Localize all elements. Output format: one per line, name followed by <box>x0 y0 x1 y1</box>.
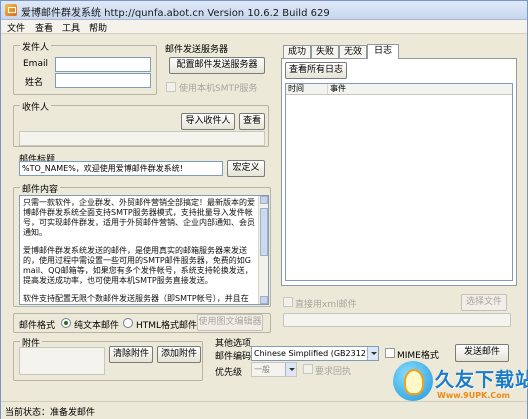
menu-tools[interactable]: 工具 <box>60 21 82 34</box>
html-format-label: HTML格式邮件 <box>136 321 198 331</box>
sender-email-input[interactable] <box>55 57 151 72</box>
scroll-up-icon[interactable] <box>260 196 268 204</box>
sender-name-input[interactable] <box>55 73 151 88</box>
content-scrollbar[interactable] <box>258 196 268 304</box>
name-label: 姓名 <box>25 78 44 88</box>
server-group-label: 邮件发送服务器 <box>165 45 229 55</box>
use-local-smtp-label: 使用本机SMTP服务 <box>179 84 258 94</box>
clear-attachment-button[interactable]: 清除附件 <box>109 346 153 363</box>
log-list[interactable]: 时间 事件 <box>285 83 513 281</box>
chevron-down-icon[interactable] <box>367 347 378 360</box>
html-format-radio[interactable] <box>123 318 133 328</box>
macro-button[interactable]: 宏定义 <box>227 160 265 177</box>
recipients-field[interactable] <box>19 131 265 146</box>
xml-file-field[interactable] <box>283 313 511 327</box>
add-attachment-button[interactable]: 添加附件 <box>157 346 201 363</box>
content-text: 只需一款软件，企业群发、外贸邮件营销全部搞定！最新版本的爱博邮件群发系统全面支持… <box>23 198 256 304</box>
watermark-mascot-icon <box>393 361 433 401</box>
content-paragraph: 软件支持配置无限个数邮件发送服务器（即SMTP帐号），并且在 <box>23 294 249 303</box>
view-recipients-button[interactable]: 查看 <box>239 113 265 130</box>
app-window: 爱博邮件群发系统 http://qunfa.abot.cn Version 10… <box>0 0 528 419</box>
tab-failed[interactable]: 失败 <box>311 45 339 59</box>
plain-text-label: 纯文本邮件 <box>74 321 120 331</box>
column-header-event[interactable]: 事件 <box>328 84 512 95</box>
encoding-value: Chinese Simplified (GB2312) <box>254 349 369 358</box>
watermark-name: 久友下载站 <box>435 369 528 391</box>
chevron-down-icon[interactable] <box>285 363 296 376</box>
menu-view[interactable]: 查看 <box>33 21 55 34</box>
format-label: 邮件格式 <box>19 321 56 331</box>
watermark-url: Www.9UPK.Com <box>437 391 510 400</box>
view-all-logs-button[interactable]: 查看所有日志 <box>285 62 347 79</box>
use-xml-checkbox[interactable] <box>283 297 293 307</box>
content-paragraph: 爱博邮件群发系统发送的邮件，是使用真实的邮箱服务器来发送的，使用过程中需设置一些… <box>23 246 253 285</box>
scroll-down-icon[interactable] <box>260 296 268 304</box>
tab-success[interactable]: 成功 <box>283 45 311 59</box>
column-header-time[interactable]: 时间 <box>286 84 328 95</box>
receipt-checkbox[interactable] <box>303 364 313 374</box>
scroll-thumb[interactable] <box>260 208 268 256</box>
content-group-label: 邮件内容 <box>20 182 61 195</box>
plain-text-radio[interactable] <box>61 318 71 328</box>
window-title: 爱博邮件群发系统 http://qunfa.abot.cn Version 10… <box>21 8 330 19</box>
app-icon <box>5 4 17 16</box>
config-server-button[interactable]: 配置邮件发送服务器 <box>169 57 265 74</box>
title-bar[interactable]: 爱博邮件群发系统 http://qunfa.abot.cn Version 10… <box>1 1 527 20</box>
subject-input[interactable]: %TO_NAME%，欢迎使用爱博邮件群发系统! <box>19 161 223 176</box>
menu-bar: 文件 查看 工具 帮助 <box>1 20 527 34</box>
other-options-label: 其他选项 <box>215 339 252 349</box>
menu-file[interactable]: 文件 <box>5 21 27 34</box>
email-label: Email <box>23 59 48 69</box>
priority-select[interactable]: 一般 <box>251 362 297 377</box>
sender-group-label: 发件人 <box>20 40 52 53</box>
select-file-button[interactable]: 选择文件 <box>461 294 507 311</box>
priority-label: 优先级 <box>215 368 243 378</box>
content-paragraph: 只需一款软件，企业群发、外贸邮件营销全部搞定！最新版本的爱博邮件群发系统全面支持… <box>23 198 255 237</box>
tab-invalid[interactable]: 无效 <box>339 45 367 59</box>
use-local-smtp-checkbox[interactable] <box>166 82 176 92</box>
status-text: 当前状态：准备发邮件 <box>5 408 96 418</box>
use-xml-label: 直接用xml邮件 <box>295 300 357 310</box>
encoding-label: 邮件编码 <box>215 352 252 362</box>
menu-help[interactable]: 帮助 <box>87 21 109 34</box>
recipients-group-label: 收件人 <box>20 100 52 113</box>
content-textarea[interactable]: 只需一款软件，企业群发、外贸邮件营销全部搞定！最新版本的爱博邮件群发系统全面支持… <box>19 195 269 305</box>
tab-log[interactable]: 日志 <box>367 44 399 59</box>
rich-editor-button[interactable]: 使用图文编辑器 <box>197 314 263 331</box>
receipt-label: 要求回执 <box>315 367 352 377</box>
attachment-list[interactable] <box>19 347 105 375</box>
import-recipients-button[interactable]: 导入收件人 <box>181 113 235 130</box>
encoding-select[interactable]: Chinese Simplified (GB2312) <box>251 346 379 361</box>
watermark-logo: 久友下载站 Www.9UPK.Com <box>393 361 528 417</box>
send-mail-button[interactable]: 发送邮件 <box>455 344 509 362</box>
mime-label: MIME格式 <box>397 351 439 361</box>
mime-checkbox[interactable] <box>385 348 395 358</box>
priority-value: 一般 <box>254 365 270 374</box>
